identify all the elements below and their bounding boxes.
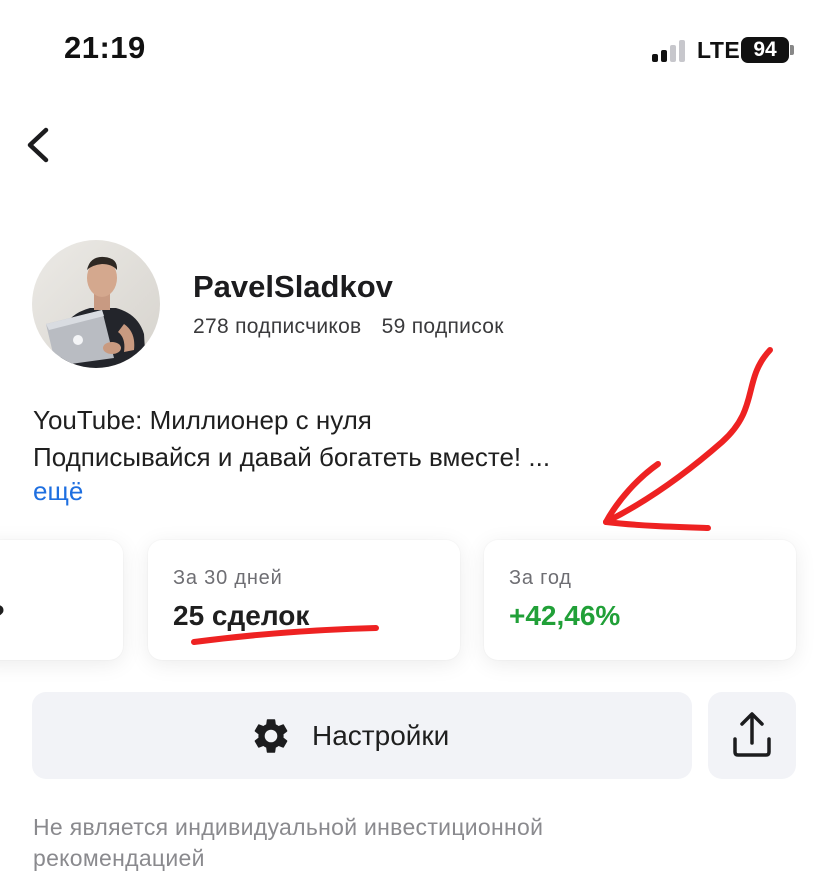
gear-icon — [254, 719, 288, 753]
bio-line: Подписывайся и давай богатеть вместе! ..… — [33, 442, 551, 472]
annotation-arrow-shaft — [603, 347, 773, 525]
annotation-arrow-head-lower — [603, 519, 711, 531]
settings-button[interactable]: Настройки — [32, 692, 692, 779]
profile-bio: YouTube: Миллионер с нуля Подписывайся и… — [33, 402, 550, 476]
stat-label: За год — [509, 567, 572, 589]
battery-tip — [790, 45, 794, 55]
annotation-arrow-head-upper — [603, 461, 661, 525]
stat-value: ? — [0, 599, 5, 631]
bio-line: YouTube: Миллионер с нуля — [33, 405, 372, 435]
share-upload-icon — [733, 712, 771, 757]
stat-value-yield: +42,46% — [509, 600, 621, 631]
back-button[interactable] — [20, 120, 60, 170]
stat-card-year[interactable]: За год +42,46% — [484, 540, 796, 660]
avatar[interactable] — [32, 240, 160, 368]
stat-card-30-days[interactable]: За 30 дней 25 сделок — [148, 540, 460, 660]
share-button[interactable] — [708, 692, 796, 779]
status-bar: 21:19 LTE 94 — [0, 0, 828, 100]
battery-icon: 94 — [741, 37, 789, 63]
battery-level: 94 — [753, 38, 777, 61]
following-count[interactable]: 59 подписок — [382, 315, 504, 338]
bio-more-link[interactable]: ещё — [33, 474, 83, 508]
stat-card-partial[interactable]: ? — [0, 540, 123, 660]
disclaimer-text: Не является индивидуальной инвестиционно… — [33, 814, 544, 871]
chevron-left-icon — [27, 127, 49, 163]
status-time: 21:19 — [64, 30, 146, 65]
stat-value: 25 сделок — [173, 600, 310, 631]
signal-strength-icon — [652, 38, 692, 62]
avatar-photo — [32, 240, 160, 368]
settings-button-content: Настройки — [250, 714, 449, 758]
stat-label: За 30 дней — [173, 567, 283, 589]
profile-counts: 278 подписчиков 59 подписок — [193, 315, 518, 339]
followers-count[interactable]: 278 подписчиков — [193, 315, 362, 338]
profile-username: PavelSladkov — [193, 269, 393, 304]
settings-button-label: Настройки — [312, 720, 450, 751]
network-type: LTE — [697, 37, 741, 63]
